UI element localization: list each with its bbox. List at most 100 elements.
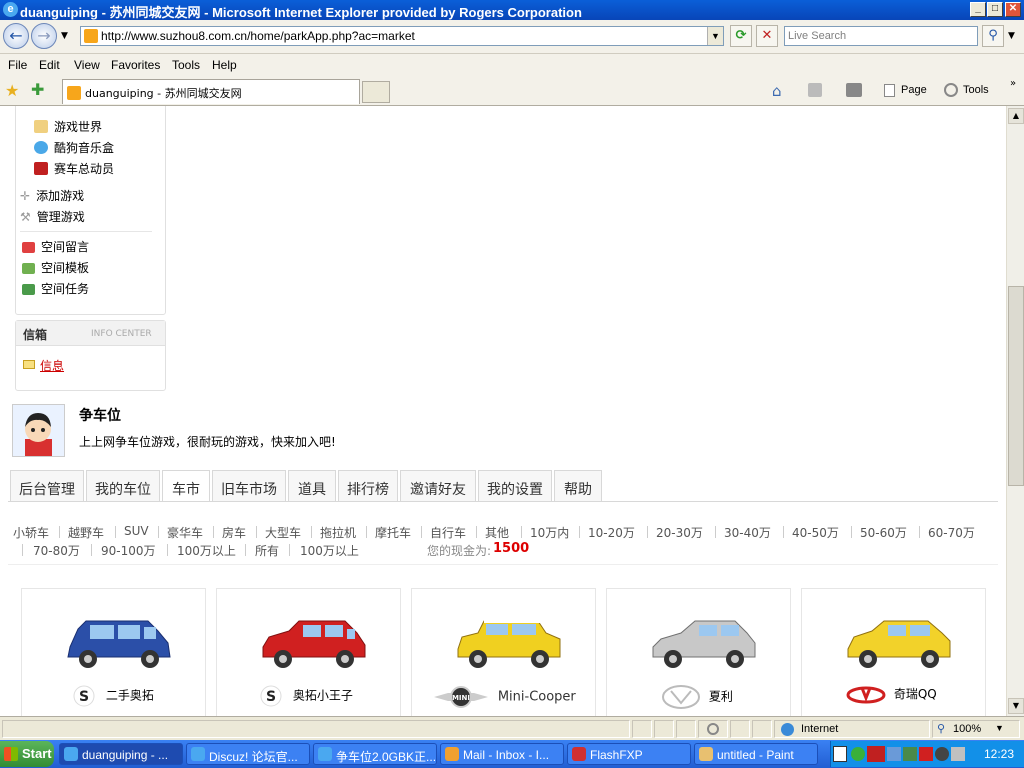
search-options-icon[interactable]: ▼	[1008, 31, 1015, 41]
zoom-cell[interactable]: ⚲ 100% ▼	[932, 720, 1020, 738]
filter-20-30w[interactable]: 20-30万	[656, 524, 703, 541]
filter-rv[interactable]: 房车	[222, 524, 246, 541]
sidebar-space-task[interactable]: 空间任务	[22, 280, 89, 297]
task-flashfxp[interactable]: FlashFXP	[567, 743, 691, 765]
maximize-button[interactable]: □	[987, 2, 1003, 17]
zoom-dropdown-icon[interactable]: ▼	[995, 723, 1004, 733]
search-icon[interactable]: ⚲	[982, 25, 1004, 47]
menu-help[interactable]: Help	[212, 58, 237, 72]
filter-tractor[interactable]: 拖拉机	[320, 524, 356, 541]
add-favorite-icon[interactable]: ✚	[31, 80, 44, 99]
car-card[interactable]: S 二手奥拓	[21, 588, 206, 728]
filter-luxury[interactable]: 豪华车	[167, 524, 203, 541]
stop-button[interactable]: ✕	[756, 25, 778, 47]
car-card[interactable]: 奇瑞QQ	[801, 588, 986, 728]
sidebar-space-message[interactable]: 空间留言	[22, 238, 89, 255]
filter-90-100w[interactable]: 90-100万	[101, 542, 156, 559]
tab-help[interactable]: 帮助	[554, 470, 602, 501]
refresh-button[interactable]: ⟳	[730, 25, 752, 47]
filter-other[interactable]: 其他	[485, 524, 509, 541]
task-ie-zhengchewei[interactable]: 争车位2.0GBK正...	[313, 743, 437, 765]
scroll-up-icon[interactable]: ▲	[1008, 108, 1024, 124]
filter-60-70w[interactable]: 60-70万	[928, 524, 975, 541]
tab-title: duanguiping - 苏州同城交友网	[85, 87, 242, 100]
filter-30-40w[interactable]: 30-40万	[724, 524, 771, 541]
filter-50-60w[interactable]: 50-60万	[860, 524, 907, 541]
car-card[interactable]: S 奥拓小王子	[216, 588, 401, 728]
scroll-thumb[interactable]	[1008, 286, 1024, 486]
browser-tab[interactable]: duanguiping - 苏州同城交友网	[62, 79, 360, 104]
menu-file[interactable]: File	[8, 58, 27, 72]
tab-used-market[interactable]: 旧车市场	[212, 470, 286, 501]
tools-menu[interactable]: Tools	[963, 84, 989, 96]
tab-market[interactable]: 车市	[162, 470, 210, 502]
filter-motorcycle[interactable]: 摩托车	[375, 524, 411, 541]
tab-invite[interactable]: 邀请好友	[400, 470, 476, 501]
sidebar-space-template[interactable]: 空间模板	[22, 259, 89, 276]
filter-large[interactable]: 大型车	[265, 524, 301, 541]
tab-admin[interactable]: 后台管理	[10, 470, 84, 501]
filter-all[interactable]: 所有	[255, 542, 279, 559]
tab-settings[interactable]: 我的设置	[478, 470, 552, 501]
filter-over-100w[interactable]: 100万以上	[177, 542, 236, 559]
volume-icon[interactable]	[951, 747, 965, 761]
filter-under-10w[interactable]: 10万内	[530, 524, 569, 541]
print-icon[interactable]	[846, 83, 862, 97]
filter-offroad[interactable]: 越野车	[68, 524, 104, 541]
tab-props[interactable]: 道具	[288, 470, 336, 501]
sidebar-item-game-world[interactable]: 游戏世界	[34, 118, 102, 135]
toolbar-overflow-icon[interactable]: »	[1010, 78, 1016, 89]
filter-40-50w[interactable]: 40-50万	[792, 524, 839, 541]
car-card[interactable]: 夏利	[606, 588, 791, 728]
page-menu[interactable]: Page	[901, 84, 927, 96]
cn-ime-icon[interactable]	[867, 746, 885, 762]
filter-10-20w[interactable]: 10-20万	[588, 524, 635, 541]
tray-app-icon[interactable]	[903, 747, 917, 761]
favorites-star-icon[interactable]: ★	[5, 81, 19, 100]
new-tab-button[interactable]	[362, 81, 390, 103]
car-image-ao-tuo-prince	[262, 620, 366, 668]
menu-view[interactable]: View	[74, 58, 100, 72]
task-ie-duanguiping[interactable]: duanguiping - ...	[59, 743, 183, 765]
minimize-button[interactable]: _	[970, 2, 986, 17]
language-icon[interactable]	[833, 746, 847, 762]
forward-button[interactable]: →	[31, 23, 57, 49]
sidebar-item-kugou[interactable]: 酷狗音乐盒	[34, 139, 114, 156]
back-button[interactable]: ←	[3, 23, 29, 49]
feeds-icon[interactable]	[808, 83, 822, 97]
car-brand-name: 二手奥拓	[105, 688, 154, 703]
scroll-down-icon[interactable]: ▼	[1008, 698, 1024, 714]
search-input[interactable]: Live Search	[784, 26, 978, 46]
vertical-scrollbar[interactable]: ▲ ▼	[1006, 106, 1024, 716]
tab-ranking[interactable]: 排行榜	[338, 470, 398, 501]
history-dropdown-icon[interactable]: ▼	[61, 31, 68, 41]
menu-tools[interactable]: Tools	[172, 58, 200, 72]
filter-over-100w-2[interactable]: 100万以上	[300, 542, 359, 559]
home-icon[interactable]: ⌂	[772, 82, 782, 100]
start-button[interactable]: Start	[0, 741, 54, 767]
task-mail-inbox[interactable]: Mail - Inbox - I...	[440, 743, 564, 765]
tab-my-spots[interactable]: 我的车位	[86, 470, 160, 501]
address-dropdown-icon[interactable]: ▼	[707, 27, 723, 45]
menu-favorites[interactable]: Favorites	[111, 58, 160, 72]
tray-app-icon[interactable]	[851, 747, 865, 761]
tray-app-icon[interactable]	[935, 747, 949, 761]
envelope-icon	[23, 360, 35, 369]
car-card[interactable]: MINI Mini-Cooper	[411, 588, 596, 728]
filter-sedan[interactable]: 小轿车	[13, 524, 49, 541]
sidebar-manage-game[interactable]: ⚒ 管理游戏	[20, 208, 85, 225]
task-ie-discuz[interactable]: Discuz! 论坛官...	[186, 743, 310, 765]
close-button[interactable]: ✕	[1005, 2, 1021, 17]
network-icon[interactable]	[887, 747, 901, 761]
sidebar-add-game[interactable]: ✛ 添加游戏	[20, 187, 84, 204]
mailbox-link[interactable]: 信息	[40, 357, 64, 374]
filter-suv[interactable]: SUV	[124, 524, 149, 538]
sidebar-item-racing[interactable]: 赛车总动员	[34, 160, 114, 177]
chery-logo-icon	[846, 686, 886, 703]
tray-app-icon[interactable]	[919, 747, 933, 761]
task-paint[interactable]: untitled - Paint	[694, 743, 818, 765]
address-input[interactable]: http://www.suzhou8.com.cn/home/parkApp.p…	[80, 26, 724, 46]
filter-bicycle[interactable]: 自行车	[430, 524, 466, 541]
filter-70-80w[interactable]: 70-80万	[33, 542, 80, 559]
menu-edit[interactable]: Edit	[39, 58, 60, 72]
